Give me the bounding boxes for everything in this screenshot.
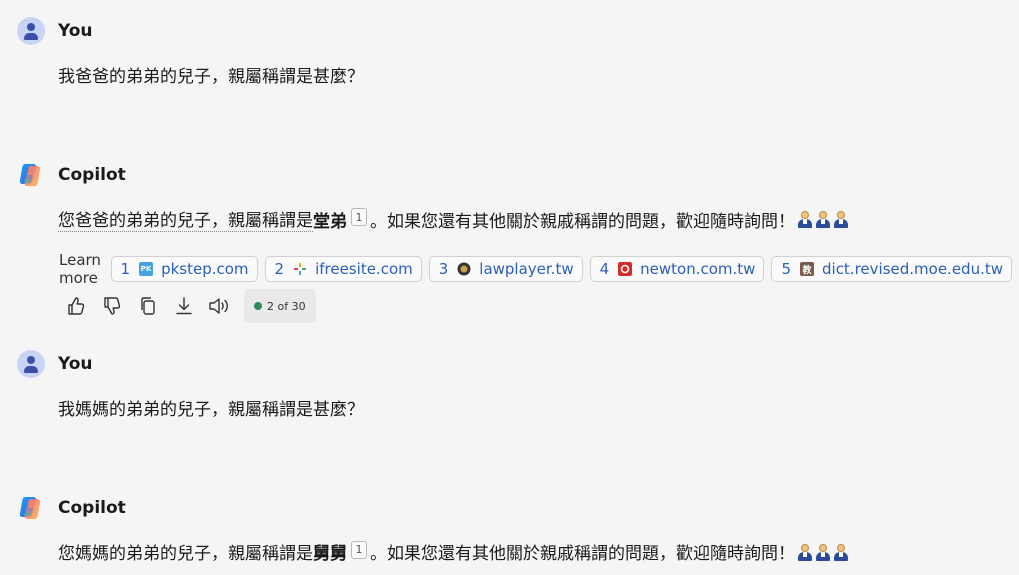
user-author-row: You: [17, 17, 93, 45]
source-number: 4: [599, 260, 610, 278]
read-aloud-button[interactable]: [206, 289, 234, 323]
source-name: lawplayer.tw: [479, 260, 574, 278]
source-link-ifreesite[interactable]: 2 ifreesite.com: [264, 256, 422, 282]
user-message: 我爸爸的弟弟的兒子，親屬稱謂是甚麼？: [58, 62, 364, 87]
lawplayer-favicon-icon: [457, 262, 471, 276]
source-number: 5: [781, 260, 791, 278]
source-link-pkstep[interactable]: 1 PK pkstep.com: [110, 256, 258, 282]
page-indicator-text: 2 of 30: [267, 299, 306, 313]
message-text: 您爸爸的弟弟的兒子，親屬稱謂是: [58, 206, 313, 232]
citation-marker[interactable]: 1: [351, 540, 367, 559]
copy-button[interactable]: [134, 289, 162, 323]
source-name: newton.com.tw: [640, 260, 756, 278]
user-avatar-icon: [17, 350, 45, 378]
download-icon: [176, 297, 192, 315]
thumbs-up-icon: [68, 297, 85, 315]
copilot-message: 您爸爸的弟弟的兒子，親屬稱謂是 堂弟 1 。如果您還有其他關於親戚稱謂的問題，歡迎隨時…: [58, 206, 851, 232]
message-text: 我爸爸的弟弟的兒子，親屬稱謂是甚麼？: [58, 67, 364, 87]
source-link-moe-dict[interactable]: 5 教 dict.revised.moe.edu.tw: [771, 256, 1012, 282]
message-text: 我媽媽的弟弟的兒子，親屬稱謂是甚麼？: [58, 400, 364, 420]
thumbs-down-icon: [104, 297, 121, 315]
response-actions: 2 of 30: [62, 289, 316, 323]
author-name: Copilot: [58, 498, 126, 518]
learn-more-row: Learn more 1 PK pkstep.com 2 ifreesite.c…: [59, 251, 1019, 287]
ifreesite-favicon-icon: [294, 263, 307, 275]
source-link-lawplayer[interactable]: 3 lawplayer.tw: [428, 256, 583, 282]
copilot-author-row: Copilot: [17, 494, 126, 522]
source-number: 3: [438, 260, 449, 278]
message-text: 您媽媽的弟弟的兒子，親屬稱謂是: [58, 544, 313, 564]
user-avatar-icon: [17, 17, 45, 45]
thumbs-up-button[interactable]: [62, 289, 90, 323]
copilot-message: 您媽媽的弟弟的兒子，親屬稱謂是 舅舅 1 。如果您還有其他關於親戚稱謂的問題，歡迎隨時…: [58, 539, 851, 564]
author-name: You: [58, 21, 93, 41]
source-number: 1: [120, 260, 131, 278]
citation-marker[interactable]: 1: [351, 208, 367, 226]
source-name: pkstep.com: [161, 260, 249, 278]
copilot-author-row: Copilot: [17, 161, 126, 189]
newton-favicon-icon: [618, 262, 633, 276]
source-number: 2: [274, 260, 285, 278]
copilot-logo-icon: [19, 164, 41, 186]
chat-page: You 我爸爸的弟弟的兒子，親屬稱謂是甚麼？ Copilot 您爸爸的弟弟的兒子…: [0, 0, 1019, 575]
message-text-tail: 。如果您還有其他關於親戚稱謂的問題，歡迎隨時詢問！: [370, 211, 795, 232]
message-text-tail: 。如果您還有其他關於親戚稱謂的問題，歡迎隨時詢問！: [370, 544, 795, 564]
author-name: Copilot: [58, 165, 126, 185]
family-people-emoji: [797, 543, 851, 561]
download-button[interactable]: [170, 289, 198, 323]
pkstep-favicon-icon: PK: [139, 262, 154, 276]
status-dot-icon: [254, 302, 262, 310]
answer-highlight: 舅舅: [313, 544, 347, 564]
thumbs-down-button[interactable]: [98, 289, 126, 323]
author-name: You: [58, 354, 93, 374]
source-name: dict.revised.moe.edu.tw: [822, 260, 1003, 278]
user-author-row: You: [17, 350, 93, 378]
read-aloud-icon: [209, 298, 228, 314]
moe-dict-favicon-icon: 教: [800, 262, 814, 276]
family-people-emoji: [797, 210, 851, 228]
learn-more-label: Learn more: [59, 251, 101, 287]
response-page-indicator[interactable]: 2 of 30: [244, 289, 316, 323]
answer-highlight: 堂弟: [313, 211, 347, 232]
user-message: 我媽媽的弟弟的兒子，親屬稱謂是甚麼？: [58, 395, 364, 420]
copy-icon: [141, 297, 155, 315]
source-name: ifreesite.com: [315, 260, 413, 278]
copilot-logo-icon: [19, 497, 41, 519]
source-link-newton[interactable]: 4 newton.com.tw: [589, 256, 765, 282]
